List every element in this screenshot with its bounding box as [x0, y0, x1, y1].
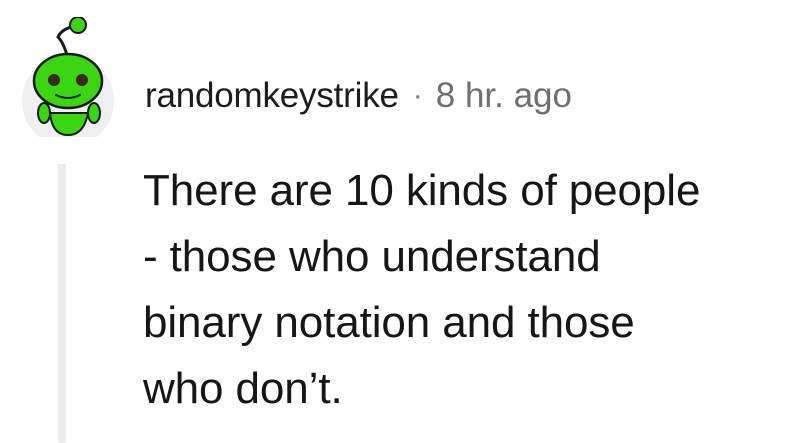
comment-meta: randomkeystrike · 8 hr. ago	[145, 74, 572, 118]
meta-separator: ·	[412, 79, 423, 112]
comment-body-line: There are 10 kinds of people	[143, 166, 701, 215]
username-link[interactable]: randomkeystrike	[145, 74, 399, 118]
comment: randomkeystrike · 8 hr. ago There are 10…	[0, 0, 800, 443]
comment-body-line: - those who understand	[143, 232, 601, 281]
avatar[interactable]	[20, 16, 116, 147]
comment-body-line: binary notation and those	[143, 298, 635, 347]
snoo-avatar-icon	[22, 16, 114, 147]
comment-timestamp[interactable]: 8 hr. ago	[436, 74, 572, 118]
comment-body: There are 10 kinds of people - those who…	[143, 158, 783, 422]
thread-line[interactable]	[58, 164, 66, 443]
comment-body-line: who don’t.	[143, 364, 343, 413]
